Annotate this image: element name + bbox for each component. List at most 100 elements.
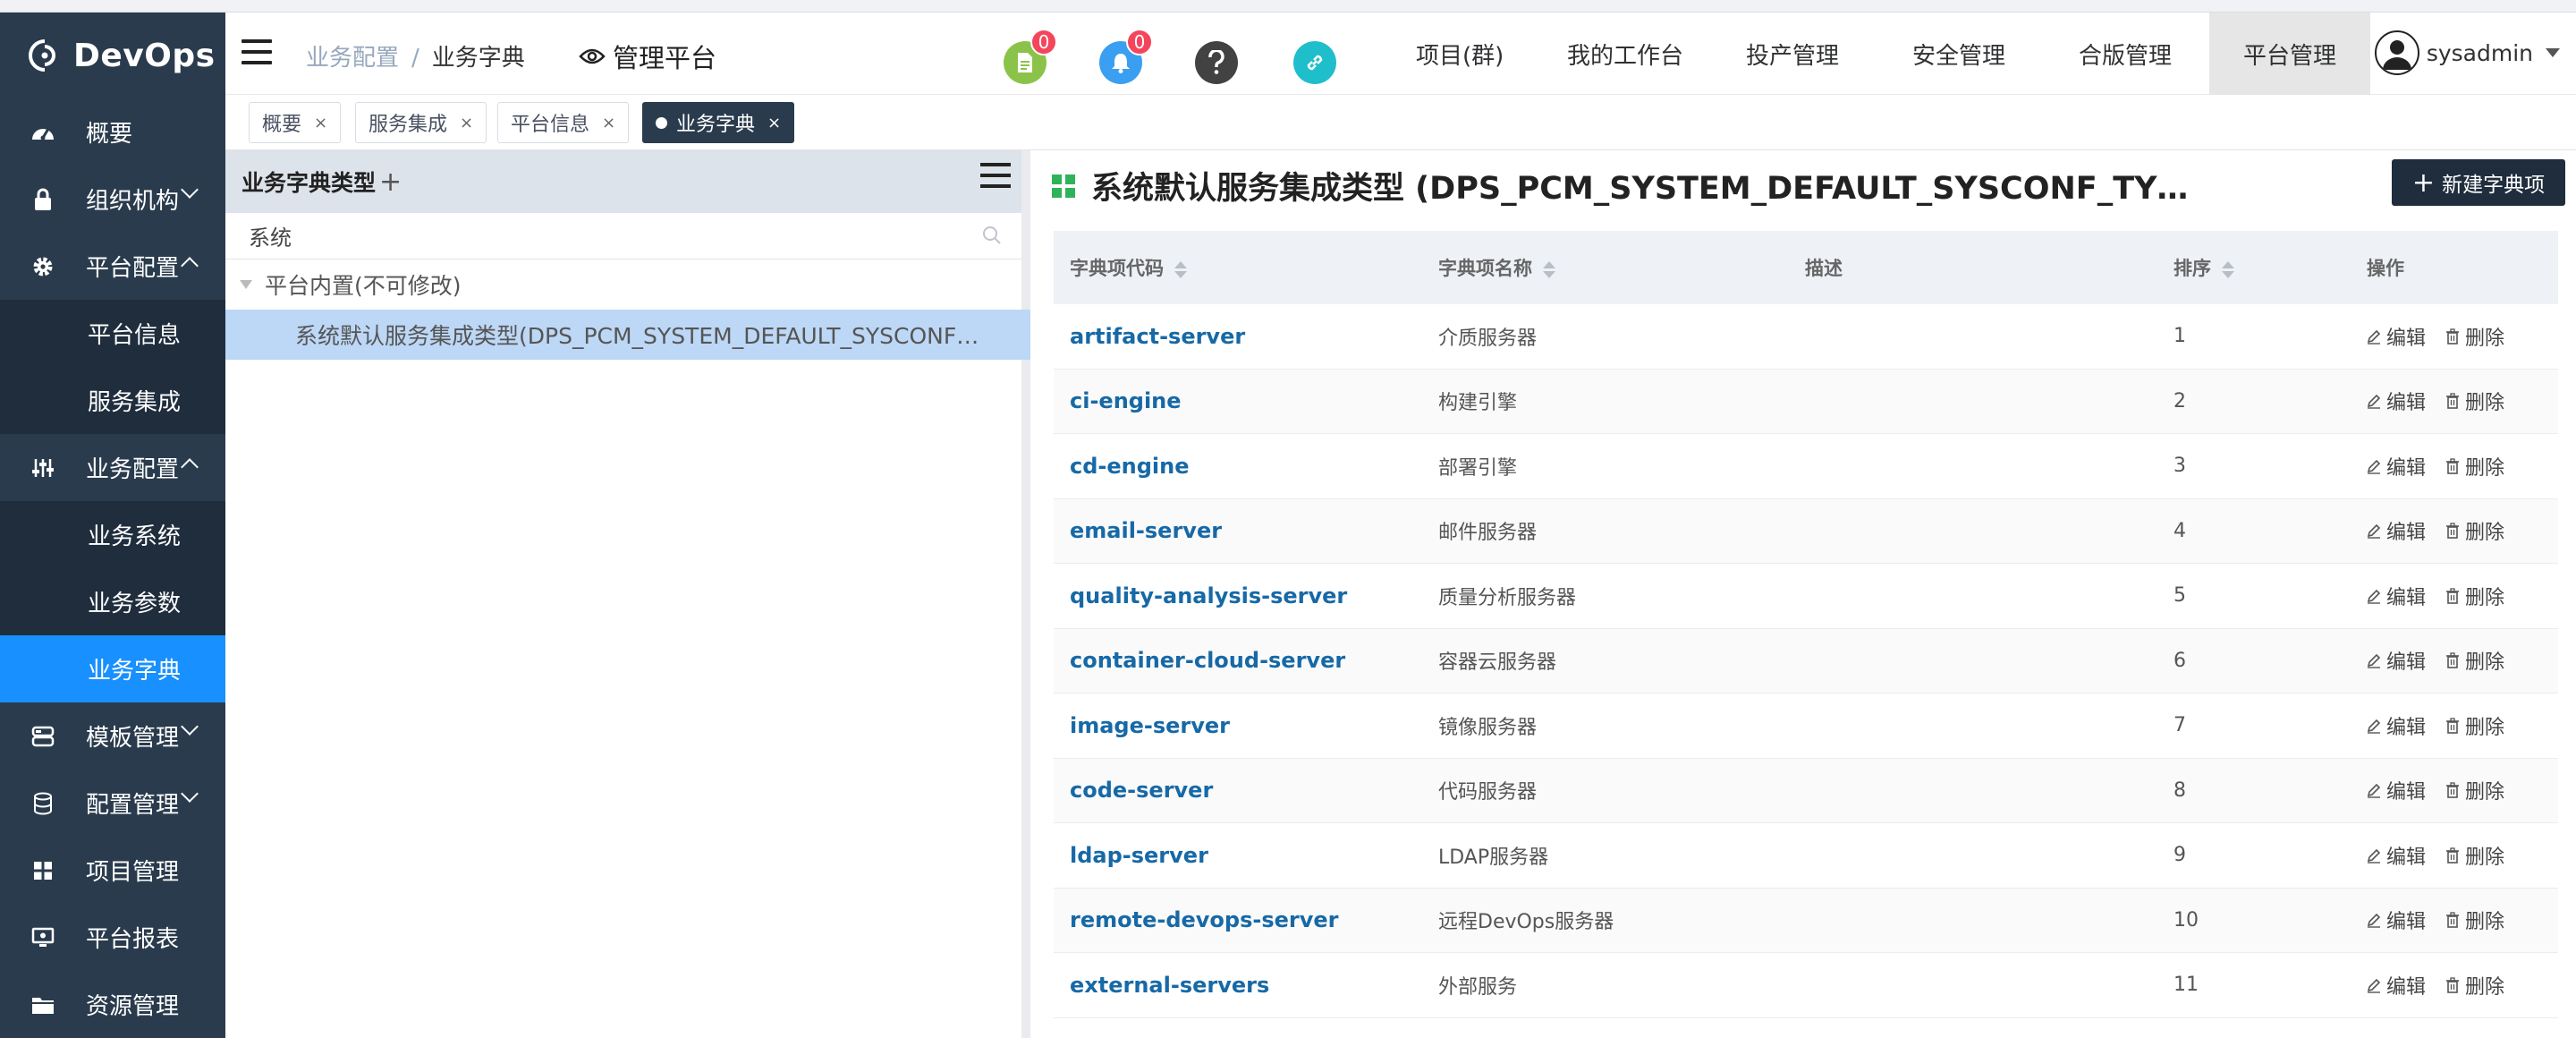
item-code-link[interactable]: ci-engine xyxy=(1070,388,1182,413)
chevron-down-icon xyxy=(181,181,199,199)
edit-button[interactable]: 编辑 xyxy=(2367,776,2426,804)
nav-security[interactable]: 安全管理 xyxy=(1912,13,2005,95)
item-code-link[interactable]: cd-engine xyxy=(1070,454,1190,479)
column-name[interactable]: 字典项名称 xyxy=(1422,254,1789,281)
cell-order: 2 xyxy=(2174,389,2186,413)
close-icon[interactable]: × xyxy=(460,114,473,132)
edit-label: 编辑 xyxy=(2386,456,2427,480)
sidebar-item-service-integration[interactable]: 服务集成 xyxy=(0,367,225,434)
tree-group[interactable]: 平台内置(不可修改) xyxy=(225,260,1021,310)
new-item-button[interactable]: + 新建字典项 xyxy=(2392,159,2565,206)
panel-title: 业务字典类型 xyxy=(242,170,377,196)
tab-platform-info[interactable]: 平台信息 × xyxy=(497,102,630,143)
delete-button[interactable]: 删除 xyxy=(2445,516,2504,545)
trash-icon xyxy=(2446,977,2460,993)
nav-merge-version[interactable]: 合版管理 xyxy=(2079,13,2172,95)
tree-item-selected[interactable]: 系统默认服务集成类型(DPS_PCM_SYSTEM_DEFAULT_SYSCON… xyxy=(225,310,1030,360)
delete-button[interactable]: 删除 xyxy=(2445,452,2504,481)
delete-button[interactable]: 删除 xyxy=(2445,971,2504,1000)
delete-button[interactable]: 删除 xyxy=(2445,711,2504,740)
search-icon[interactable] xyxy=(982,225,1002,245)
tab-business-dictionary[interactable]: 业务字典 × xyxy=(642,102,795,143)
add-type-button[interactable]: + xyxy=(379,166,402,198)
nav-production[interactable]: 投产管理 xyxy=(1746,13,1839,95)
edit-icon xyxy=(2367,784,2381,798)
sidebar-item-platform-info[interactable]: 平台信息 xyxy=(0,300,225,367)
app-logo[interactable]: DevOps xyxy=(0,13,225,98)
nav-platform-management[interactable]: 平台管理 xyxy=(2209,13,2370,95)
trash-icon xyxy=(2446,912,2460,929)
column-order[interactable]: 排序 xyxy=(2157,254,2351,281)
sidebar-item-organization[interactable]: 组织机构 xyxy=(0,166,225,233)
sidebar-item-label: 模板管理 xyxy=(86,725,180,752)
sort-icon[interactable] xyxy=(1543,260,1555,278)
delete-button[interactable]: 删除 xyxy=(2445,841,2504,870)
cell-name: 远程DevOps服务器 xyxy=(1438,911,1614,934)
nav-my-workbench[interactable]: 我的工作台 xyxy=(1567,13,1683,95)
sidebar-item-business-dictionary[interactable]: 业务字典 xyxy=(0,635,225,702)
sidebar-item-templates[interactable]: 模板管理 xyxy=(0,702,225,770)
edit-button[interactable]: 编辑 xyxy=(2367,906,2426,934)
sidebar-item-project-management[interactable]: 项目管理 xyxy=(0,837,225,904)
tab-label: 服务集成 xyxy=(369,114,448,136)
grid-icon xyxy=(1052,174,1075,198)
sidebar-item-overview[interactable]: 概要 xyxy=(0,98,225,166)
sort-icon[interactable] xyxy=(2222,260,2234,278)
close-icon[interactable]: × xyxy=(314,114,327,132)
item-code-link[interactable]: ldap-server xyxy=(1070,843,1208,868)
delete-button[interactable]: 删除 xyxy=(2445,776,2504,804)
item-code-link[interactable]: email-server xyxy=(1070,518,1222,543)
item-code-link[interactable]: quality-analysis-server xyxy=(1070,583,1347,608)
edit-button[interactable]: 编辑 xyxy=(2367,646,2426,675)
edit-button[interactable]: 编辑 xyxy=(2367,971,2426,1000)
type-search-input[interactable]: 系统 xyxy=(225,213,1021,260)
sidebar-item-platform-config[interactable]: 平台配置 xyxy=(0,233,225,300)
tab-overview[interactable]: 概要 × xyxy=(249,102,342,143)
item-code-link[interactable]: remote-devops-server xyxy=(1070,907,1339,932)
trash-icon xyxy=(2446,458,2460,474)
column-code[interactable]: 字典项代码 xyxy=(1054,254,1422,281)
edit-button[interactable]: 编辑 xyxy=(2367,711,2426,740)
edit-icon xyxy=(2367,395,2381,409)
edit-icon xyxy=(2367,914,2381,928)
edit-button[interactable]: 编辑 xyxy=(2367,452,2426,481)
sort-icon[interactable] xyxy=(1174,260,1187,278)
nav-projects[interactable]: 项目(群) xyxy=(1416,13,1504,95)
item-code-link[interactable]: artifact-server xyxy=(1070,324,1245,349)
help-button[interactable] xyxy=(1195,41,1238,84)
panel-menu-icon[interactable] xyxy=(980,163,1011,195)
app-logo-text: DevOps xyxy=(73,37,216,74)
link-button[interactable] xyxy=(1293,41,1336,84)
edit-button[interactable]: 编辑 xyxy=(2367,322,2426,351)
sidebar-item-config-management[interactable]: 配置管理 xyxy=(0,770,225,837)
item-code-link[interactable]: container-cloud-server xyxy=(1070,648,1345,673)
tab-service-integration[interactable]: 服务集成 × xyxy=(355,102,487,143)
item-code-link[interactable]: external-servers xyxy=(1070,973,1269,998)
user-menu[interactable]: sysadmin xyxy=(2374,30,2560,75)
delete-button[interactable]: 删除 xyxy=(2445,582,2504,610)
sidebar-item-business-system[interactable]: 业务系统 xyxy=(0,501,225,568)
hamburger-menu-icon[interactable] xyxy=(242,39,272,64)
edit-button[interactable]: 编辑 xyxy=(2367,516,2426,545)
sidebar-item-business-config[interactable]: 业务配置 xyxy=(0,434,225,501)
edit-button[interactable]: 编辑 xyxy=(2367,582,2426,610)
delete-button[interactable]: 删除 xyxy=(2445,646,2504,675)
close-icon[interactable]: × xyxy=(602,114,615,132)
item-code-link[interactable]: image-server xyxy=(1070,713,1230,738)
bell-notification-button[interactable]: 0 xyxy=(1099,29,1153,84)
delete-button[interactable]: 删除 xyxy=(2445,387,2504,415)
task-notification-button[interactable]: 0 xyxy=(1004,29,1057,84)
sidebar-item-resource-management[interactable]: 资源管理 xyxy=(0,971,225,1038)
nav-label: 平台管理 xyxy=(2242,42,2336,70)
sidebar-item-business-params[interactable]: 业务参数 xyxy=(0,568,225,635)
item-code-link[interactable]: code-server xyxy=(1070,778,1213,803)
sidebar-item-platform-reports[interactable]: 平台报表 xyxy=(0,904,225,971)
delete-button[interactable]: 删除 xyxy=(2445,322,2504,351)
platform-switch[interactable]: 管理平台 xyxy=(579,38,716,75)
close-icon[interactable]: × xyxy=(767,114,781,132)
tree-expand-icon[interactable] xyxy=(240,280,252,289)
edit-button[interactable]: 编辑 xyxy=(2367,387,2426,415)
delete-button[interactable]: 删除 xyxy=(2445,906,2504,934)
breadcrumb-item[interactable]: 业务配置 xyxy=(306,45,399,72)
edit-button[interactable]: 编辑 xyxy=(2367,841,2426,870)
